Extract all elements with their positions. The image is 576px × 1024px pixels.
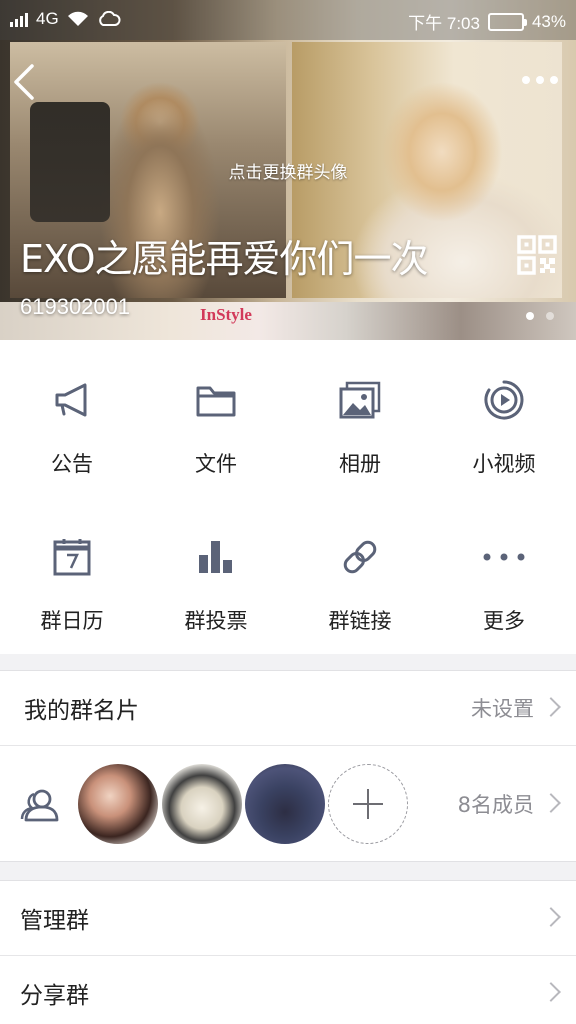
video-play-icon [484, 380, 524, 420]
add-member-button[interactable] [328, 764, 408, 844]
group-header-banner[interactable]: InStyle 4G 下午 7:03 43% 点击更换群头像 EXO之愿能再爱你… [0, 0, 576, 340]
cloud-icon [98, 11, 121, 26]
bar-chart-icon [199, 541, 232, 573]
announcement-label: 公告 [51, 452, 93, 476]
my-group-card-title: 我的群名片 [24, 698, 139, 724]
group-function-grid: 公告 文件 相册 小视频 群日历 群投票 群链接 更多 [0, 340, 576, 654]
announcement-button[interactable]: 公告 [0, 340, 144, 497]
calendar-button[interactable]: 群日历 [0, 497, 144, 654]
group-link-label: 群链接 [328, 609, 392, 633]
more-functions-label: 更多 [483, 609, 525, 633]
my-group-card-row[interactable]: 我的群名片 未设置 [0, 671, 576, 745]
album-icon [339, 381, 381, 419]
folder-icon [196, 386, 236, 417]
settings-section: 管理群 分享群 [0, 880, 576, 1024]
calendar-label: 群日历 [40, 609, 104, 633]
link-icon [343, 540, 377, 574]
megaphone-icon [55, 383, 87, 417]
vote-button[interactable]: 群投票 [144, 497, 288, 654]
qr-code-button[interactable] [517, 235, 557, 275]
status-bar: 4G 下午 7:03 43% [0, 0, 576, 40]
member-avatar[interactable] [162, 764, 242, 844]
files-button[interactable]: 文件 [144, 340, 288, 497]
vote-label: 群投票 [184, 609, 248, 633]
more-button[interactable] [522, 70, 562, 90]
banner-magazine-logo: InStyle [200, 305, 252, 324]
chevron-right-icon [541, 792, 561, 813]
network-type: 4G [36, 9, 59, 28]
files-label: 文件 [195, 452, 237, 476]
my-group-card-value: 未设置 [471, 697, 534, 721]
short-video-button[interactable]: 小视频 [432, 340, 576, 497]
album-button[interactable]: 相册 [288, 340, 432, 497]
battery-icon [487, 12, 527, 31]
calendar-icon [53, 539, 91, 576]
chevron-right-icon [541, 907, 561, 927]
change-avatar-hint[interactable]: 点击更换群头像 [0, 158, 576, 183]
member-avatar[interactable] [245, 764, 325, 844]
members-row[interactable]: 8名成员 [0, 745, 576, 861]
qr-code-icon [517, 235, 557, 275]
member-avatar[interactable] [78, 764, 158, 844]
group-id: 619302001 [20, 294, 131, 319]
more-dots-icon [522, 76, 530, 84]
member-section: 我的群名片 未设置 8名成员 [0, 670, 576, 862]
chevron-left-icon [14, 64, 34, 100]
clock: 下午 7:03 [408, 14, 480, 33]
chevron-right-icon [541, 981, 561, 1002]
member-count: 8名成员 [457, 792, 534, 817]
manage-group-row[interactable]: 管理群 [0, 881, 576, 955]
page-dot [526, 312, 534, 320]
back-button[interactable] [10, 62, 40, 102]
wifi-icon [67, 11, 88, 26]
chevron-right-icon [541, 697, 561, 717]
group-link-button[interactable]: 群链接 [288, 497, 432, 654]
page-dot [546, 312, 554, 320]
group-name: EXO之愿能再爱你们一次 [20, 237, 429, 281]
battery-percent: 43% [531, 11, 566, 31]
manage-group-title: 管理群 [20, 908, 89, 934]
banner-page-indicator [526, 312, 554, 320]
more-dots-icon [483, 553, 525, 561]
short-video-label: 小视频 [472, 452, 536, 476]
more-functions-button[interactable]: 更多 [432, 497, 576, 654]
signal-icon [10, 11, 28, 27]
share-group-title: 分享群 [20, 982, 89, 1009]
album-label: 相册 [339, 452, 381, 476]
members-icon [20, 789, 59, 822]
share-group-row[interactable]: 分享群 [0, 955, 576, 1024]
